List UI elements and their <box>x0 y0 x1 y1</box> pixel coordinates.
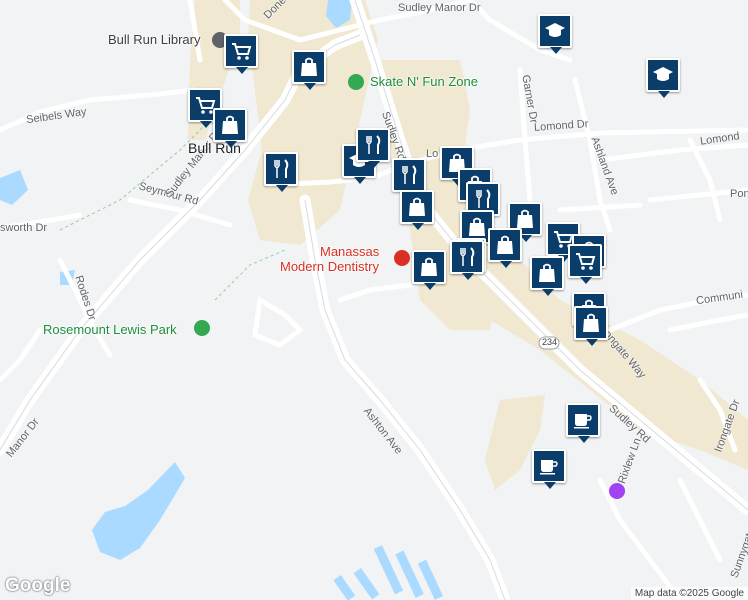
google-logo[interactable]: Google <box>5 575 70 597</box>
marker-shopping-bag[interactable] <box>574 306 608 346</box>
marker-restaurant[interactable] <box>264 152 298 192</box>
marker-cart[interactable] <box>224 34 258 74</box>
marker-shopping-bag[interactable] <box>400 190 434 230</box>
marker-restaurant[interactable] <box>450 240 484 280</box>
marker-cart[interactable] <box>568 244 602 284</box>
road-label-worth-dr: sworth Dr <box>0 222 48 234</box>
poi-icon[interactable] <box>609 483 625 499</box>
road-label-sudley-manor-top: Sudley Manor Dr <box>398 2 481 14</box>
marker-school[interactable] <box>646 58 680 98</box>
park-icon[interactable] <box>194 320 210 336</box>
library-label[interactable]: Bull Run Library <box>108 32 201 47</box>
marker-shopping-bag[interactable] <box>213 108 247 148</box>
marker-shopping-bag[interactable] <box>292 50 326 90</box>
marker-cafe[interactable] <box>566 403 600 443</box>
map-canvas[interactable]: Done Sudley Manor Dr Seibels Way Seymour… <box>0 0 748 600</box>
park-label[interactable]: Rosemount Lewis Park <box>43 322 177 337</box>
road-label-lo: Lo <box>426 148 439 160</box>
map-base-layer <box>0 0 748 600</box>
marker-shopping-bag[interactable] <box>488 228 522 268</box>
marker-cafe[interactable] <box>532 449 566 489</box>
marker-shopping-bag[interactable] <box>530 256 564 296</box>
road-label-pon: Pon <box>730 188 748 200</box>
skate-label[interactable]: Skate N' Fun Zone <box>370 74 478 89</box>
marker-school[interactable] <box>538 14 572 54</box>
dentist-icon[interactable] <box>394 250 410 266</box>
amusement-icon[interactable] <box>348 74 364 90</box>
dentistry-label-line2[interactable]: Modern Dentistry <box>280 259 379 274</box>
dentistry-label-line1[interactable]: Manassas <box>320 244 379 259</box>
route-234-badge: 234 <box>542 337 558 347</box>
marker-shopping-bag[interactable] <box>412 250 446 290</box>
marker-restaurant[interactable] <box>356 128 390 168</box>
map-attribution[interactable]: Map data ©2025 Google <box>630 587 748 600</box>
marker-restaurant[interactable] <box>392 158 426 198</box>
